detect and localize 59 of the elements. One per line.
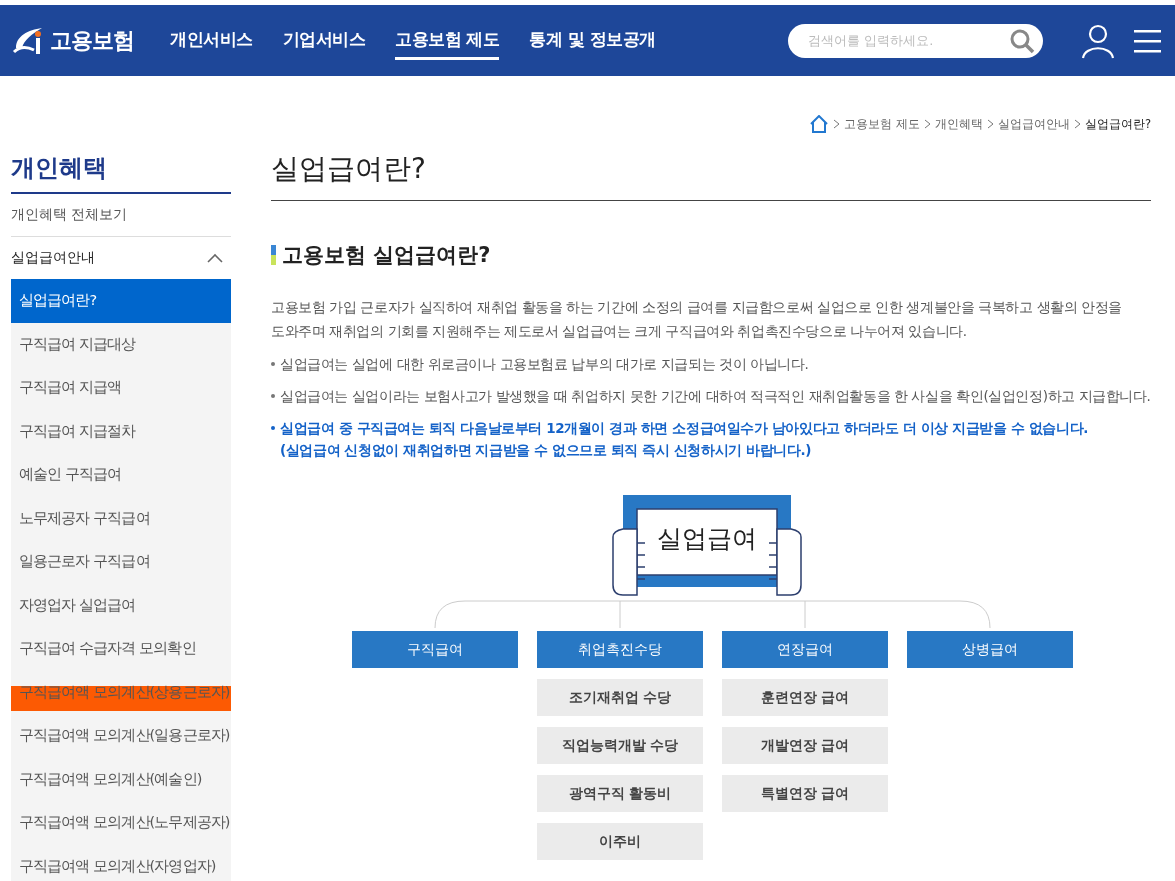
sidebar-item[interactable]: 구직급여 수급자격 모의확인 — [11, 627, 231, 671]
home-icon[interactable] — [809, 115, 830, 133]
sidebar-item[interactable]: 자영업자 실업급여 — [11, 583, 231, 627]
category-label: 취업촉진수당 — [537, 631, 703, 668]
sidebar-item[interactable]: 구직급여액 모의계산(노무제공자) — [11, 801, 231, 845]
chevron-icon — [207, 253, 223, 263]
search-icon[interactable] — [1009, 27, 1035, 54]
chevron-icon — [986, 119, 994, 129]
bullet-text: 실업급여는 실업이라는 보험사고가 발생했을 때 취업하지 못한 기간에 대하여 적극적인 재취업활동을 한 사실을 확인(실업인정)하고 지급합니다. — [280, 387, 1151, 406]
nav-tab[interactable]: 개인서비스 — [170, 21, 253, 60]
nav-tab[interactable]: 고용보험 제도 — [395, 21, 500, 60]
subcategory-label: 직업능력개발 수당 — [537, 727, 703, 764]
nav-tab[interactable]: 기업서비스 — [282, 21, 365, 60]
logo-text[interactable]: 고용보험 — [50, 25, 134, 56]
bullet-icon — [271, 362, 275, 366]
subcategory-label: 광역구직 활동비 — [537, 775, 703, 812]
diagram-title: 실업급여 — [657, 524, 757, 553]
menu-icon[interactable] — [1133, 27, 1163, 54]
sidebar-title: 개인혜택 — [11, 142, 231, 194]
subcategory-label: 개발연장 급여 — [722, 727, 888, 764]
chevron-icon — [833, 119, 841, 129]
category-label: 연장급여 — [722, 631, 888, 668]
intro-text: 고용보험 가입 근로자가 실직하여 재취업 활동을 하는 기간에 소정의 급여를 지급함으로써 실업으로 인한 생계불안을 극복하고 생활의 안정을 도와주며 재취업의 기회를 지원해주는 제도로서 실업급여는 크게 구직급여와 취업촉진수당으로 나누어져 있습니다. — [271, 298, 1124, 341]
sidebar-item[interactable]: 실업급여란? — [11, 279, 231, 323]
sidebar-item[interactable]: 구직급여 지급절차 — [11, 409, 231, 453]
search-box[interactable]: 검색어를 입력하세요. — [788, 23, 1043, 58]
sidebar-item[interactable]: 구직급여액 모의계산(예술인) — [11, 757, 231, 801]
breadcrumb-link[interactable]: 실업급여안내 — [997, 116, 1070, 132]
subcategory-label: 이주비 — [537, 823, 703, 860]
bullet-text: 실업급여는 실업에 대한 위로금이나 고용보험료 납부의 대가로 지급되는 것이 아닙니다. — [280, 355, 809, 374]
subcategory-label: 조기재취업 수당 — [537, 679, 703, 716]
bullet-text: 실업급여 중 구직급여는 퇴직 다음날로부터 12개월이 경과 하면 소정급여일수가 남아있다고 하더라도 더 이상 지급받을 수 없습니다. — [280, 419, 1088, 438]
sidebar-item[interactable]: 구직급여 지급액 — [11, 366, 231, 410]
page-title: 실업급여란? — [271, 142, 1151, 201]
group-label: 실업급여안내 — [11, 249, 95, 267]
breadcrumb-link[interactable]: 고용보험 제도 — [844, 116, 920, 132]
sidebar-item[interactable]: 일용근로자 구직급여 — [11, 540, 231, 584]
subcategory-label: 훈련연장 급여 — [722, 679, 888, 716]
sidebar-group[interactable]: 실업급여안내 — [11, 237, 231, 279]
bullet-icon — [271, 426, 275, 430]
sidebar-item[interactable]: 노무제공자 구직급여 — [11, 496, 231, 540]
chevron-icon — [923, 119, 931, 129]
section-title: 고용보험 실업급여란? — [282, 242, 491, 269]
breadcrumb-link[interactable]: 개인혜택 — [934, 116, 983, 132]
nav-tab[interactable]: 통계 및 정보공개 — [529, 21, 656, 60]
sidebar-link[interactable]: 개인혜택 전체보기 — [11, 194, 231, 237]
category-label: 구직급여 — [352, 631, 518, 668]
breadcrumb-link[interactable]: 실업급여란? — [1084, 116, 1151, 132]
bullet-icon — [271, 394, 275, 398]
subcategory-label: 특별연장 급여 — [722, 775, 888, 812]
category-label: 상병급여 — [907, 631, 1073, 668]
title-bar-icon — [271, 245, 276, 265]
chevron-icon — [1073, 119, 1081, 129]
sidebar-item[interactable]: 구직급여 지급대상 — [11, 322, 231, 366]
sidebar-item[interactable]: 구직급여액 모의계산(일용근로자) — [11, 714, 231, 758]
sidebar-item[interactable]: 예술인 구직급여 — [11, 453, 231, 497]
sidebar-item[interactable]: 구직급여액 모의계산(자영업자) — [11, 844, 231, 881]
note-text: (실업급여 신청없이 재취업하면 지급받을 수 없으므로 퇴직 즉시 신청하시기 바랍니다.) — [280, 441, 812, 460]
user-icon[interactable] — [1081, 22, 1115, 59]
